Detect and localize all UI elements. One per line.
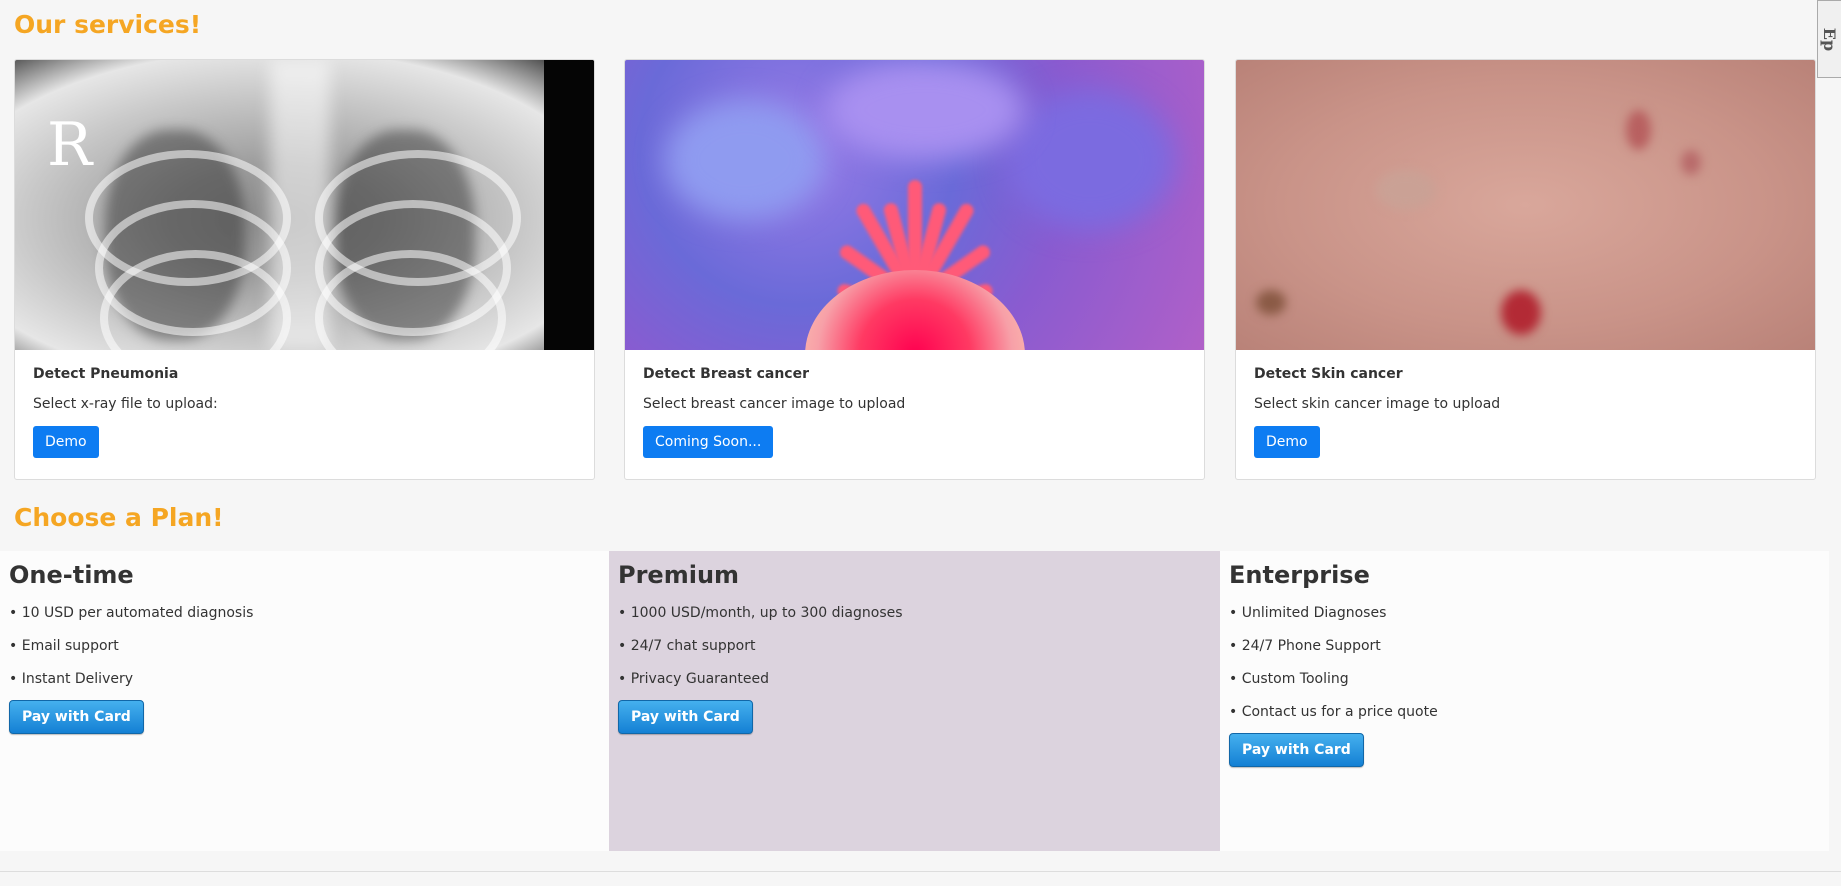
cancer-cell-image [625,60,1204,350]
plan-title: Premium [618,561,740,589]
plan-features: 1000 USD/month, up to 300 diagnoses 24/7… [618,597,903,696]
plan-feature: Custom Tooling [1229,663,1438,696]
service-card-breast-cancer: Detect Breast cancer Select breast cance… [624,59,1205,480]
pay-with-card-button-enterprise[interactable]: Pay with Card [1229,733,1364,767]
services-cards: R Detect Pneumonia Select x-ray file to … [14,59,1816,480]
plan-title: One-time [9,561,134,589]
card-title: Detect Pneumonia [33,366,179,382]
pay-with-card-button-premium[interactable]: Pay with Card [618,700,753,734]
card-text: Select skin cancer image to upload [1254,396,1501,412]
card-text: Select breast cancer image to upload [643,396,906,412]
plan-feature: 1000 USD/month, up to 300 diagnoses [618,597,903,630]
plan-one-time: One-time 10 USD per automated diagnosis … [0,551,609,851]
pay-with-card-button-one-time[interactable]: Pay with Card [9,700,144,734]
feedback-tab[interactable]: Ep [1817,0,1841,78]
plan-feature: 24/7 Phone Support [1229,630,1438,663]
chest-xray-image: R [15,60,594,350]
demo-button-pneumonia[interactable]: Demo [33,426,99,458]
demo-button-skin-cancer[interactable]: Demo [1254,426,1320,458]
footer-divider [0,871,1841,872]
plan-feature: Contact us for a price quote [1229,696,1438,729]
plan-features: 10 USD per automated diagnosis Email sup… [9,597,254,696]
plan-feature: 10 USD per automated diagnosis [9,597,254,630]
services-heading: Our services! [14,10,202,39]
coming-soon-button[interactable]: Coming Soon... [643,426,774,458]
plan-feature: Instant Delivery [9,663,253,696]
card-title: Detect Breast cancer [643,366,809,382]
plan-premium: Premium 1000 USD/month, up to 300 diagno… [609,551,1220,851]
service-card-pneumonia: R Detect Pneumonia Select x-ray file to … [14,59,595,480]
plan-features: Unlimited Diagnoses 24/7 Phone Support C… [1229,597,1438,729]
service-card-skin-cancer: Detect Skin cancer Select skin cancer im… [1235,59,1816,480]
xray-marker-icon: R [47,110,93,180]
feedback-tab-icon: Ep [1820,27,1840,51]
pricing-plans: One-time 10 USD per automated diagnosis … [0,551,1829,851]
card-title: Detect Skin cancer [1254,366,1403,382]
plan-feature: 24/7 chat support [618,630,903,663]
plan-enterprise: Enterprise Unlimited Diagnoses 24/7 Phon… [1220,551,1829,851]
skin-lesion-image [1236,60,1815,350]
plan-feature: Unlimited Diagnoses [1229,597,1438,630]
plan-title: Enterprise [1229,561,1370,589]
plan-feature: Privacy Guaranteed [618,663,903,696]
plan-feature: Email support [9,630,253,663]
plans-heading: Choose a Plan! [14,503,224,532]
card-text: Select x-ray file to upload: [33,396,218,412]
